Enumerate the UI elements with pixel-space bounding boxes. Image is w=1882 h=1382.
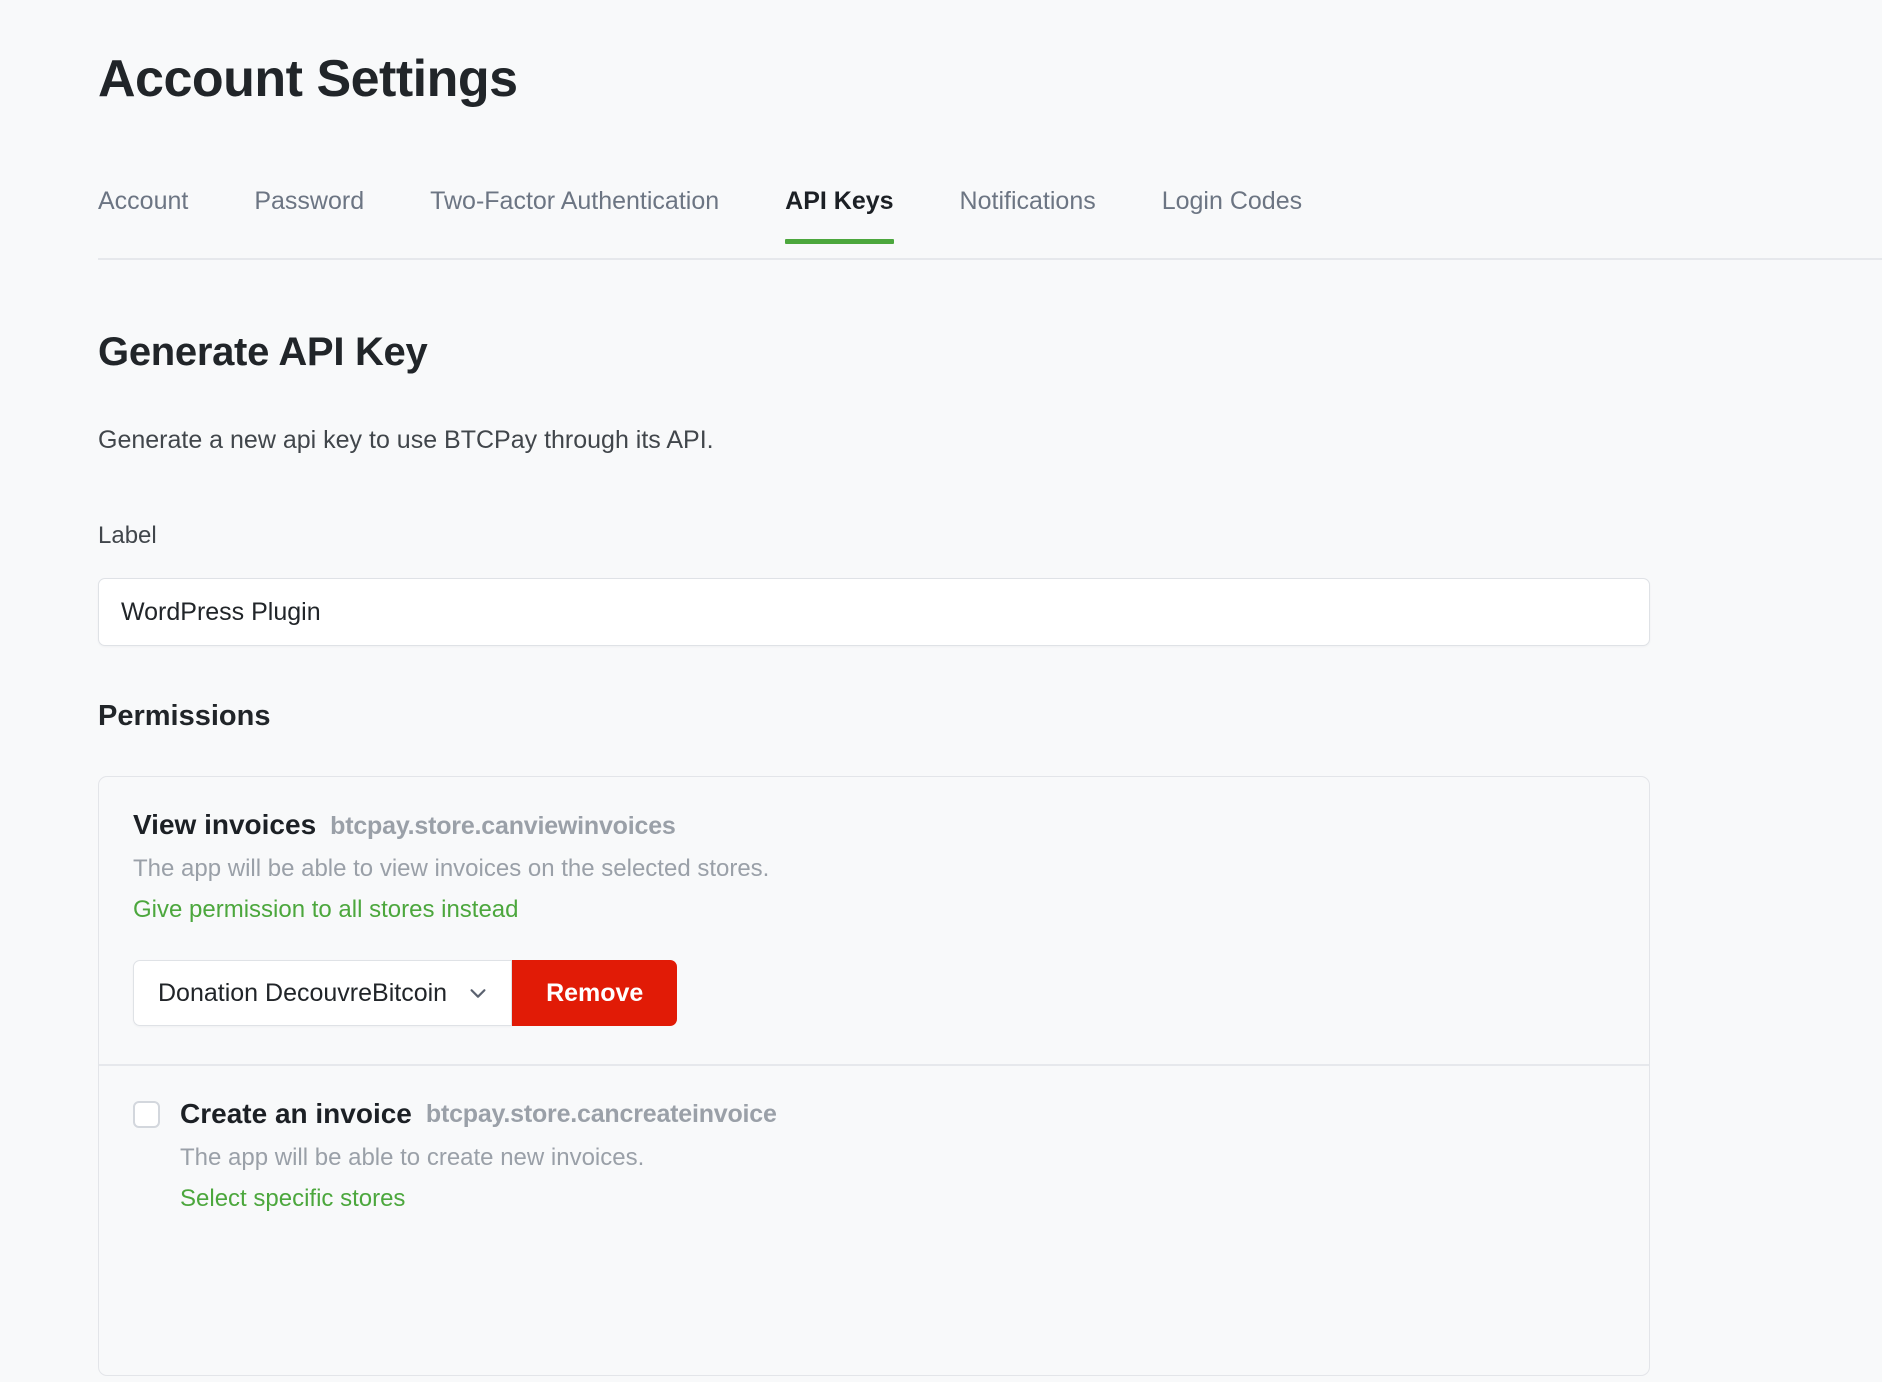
label-input[interactable] <box>98 578 1650 646</box>
tab-account[interactable]: Account <box>98 178 188 242</box>
permission-row-create-invoice: Create an invoice btcpay.store.cancreate… <box>99 1064 1649 1251</box>
permission-body: The app will be able to create new invoi… <box>133 1144 1615 1213</box>
remove-store-button[interactable]: Remove <box>512 960 678 1026</box>
give-permission-all-stores-link[interactable]: Give permission to all stores instead <box>133 896 519 924</box>
permission-description: The app will be able to view invoices on… <box>133 855 770 882</box>
tab-label: Account <box>98 187 189 215</box>
permission-code: btcpay.store.cancreateinvoice <box>425 1099 777 1128</box>
chevron-down-icon <box>467 982 489 1004</box>
section-title: Generate API Key <box>98 330 428 374</box>
store-select-value: Donation DecouvreBitcoin <box>158 978 448 1007</box>
permission-name: Create an invoice <box>180 1098 412 1129</box>
tab-api-keys[interactable]: API Keys <box>785 178 894 244</box>
tab-label: API Keys <box>785 187 894 215</box>
tab-two-factor-authentication[interactable]: Two-Factor Authentication <box>430 178 719 242</box>
permissions-heading: Permissions <box>98 700 271 732</box>
tab-password[interactable]: Password <box>254 178 364 242</box>
permission-code: btcpay.store.canviewinvoices <box>330 812 676 840</box>
settings-tab-bar: Account Password Two-Factor Authenticati… <box>98 178 1882 260</box>
tab-label: Password <box>254 187 365 215</box>
permission-header: View invoices btcpay.store.canviewinvoic… <box>133 809 1615 841</box>
tab-notifications[interactable]: Notifications <box>960 178 1096 242</box>
section-description: Generate a new api key to use BTCPay thr… <box>98 426 714 454</box>
permissions-card: View invoices btcpay.store.canviewinvoic… <box>98 776 1650 1376</box>
tab-label: Login Codes <box>1161 187 1303 215</box>
permission-name: View invoices <box>133 809 317 840</box>
account-settings-page: Account Settings Account Password Two-Fa… <box>0 0 1882 1382</box>
permission-header: Create an invoice btcpay.store.cancreate… <box>133 1098 1615 1130</box>
tab-login-codes[interactable]: Login Codes <box>1162 178 1302 242</box>
permission-row-view-invoices: View invoices btcpay.store.canviewinvoic… <box>99 777 1649 1064</box>
label-field-label: Label <box>98 522 157 549</box>
page-title: Account Settings <box>98 50 518 108</box>
store-selection-row: Donation DecouvreBitcoin Remove <box>133 960 1615 1026</box>
select-specific-stores-link[interactable]: Select specific stores <box>180 1185 405 1213</box>
create-invoice-checkbox[interactable] <box>133 1100 160 1128</box>
tab-label: Two-Factor Authentication <box>430 187 720 215</box>
permission-description: The app will be able to create new invoi… <box>180 1144 645 1171</box>
store-select[interactable]: Donation DecouvreBitcoin <box>133 960 513 1026</box>
tab-label: Notifications <box>959 187 1096 215</box>
